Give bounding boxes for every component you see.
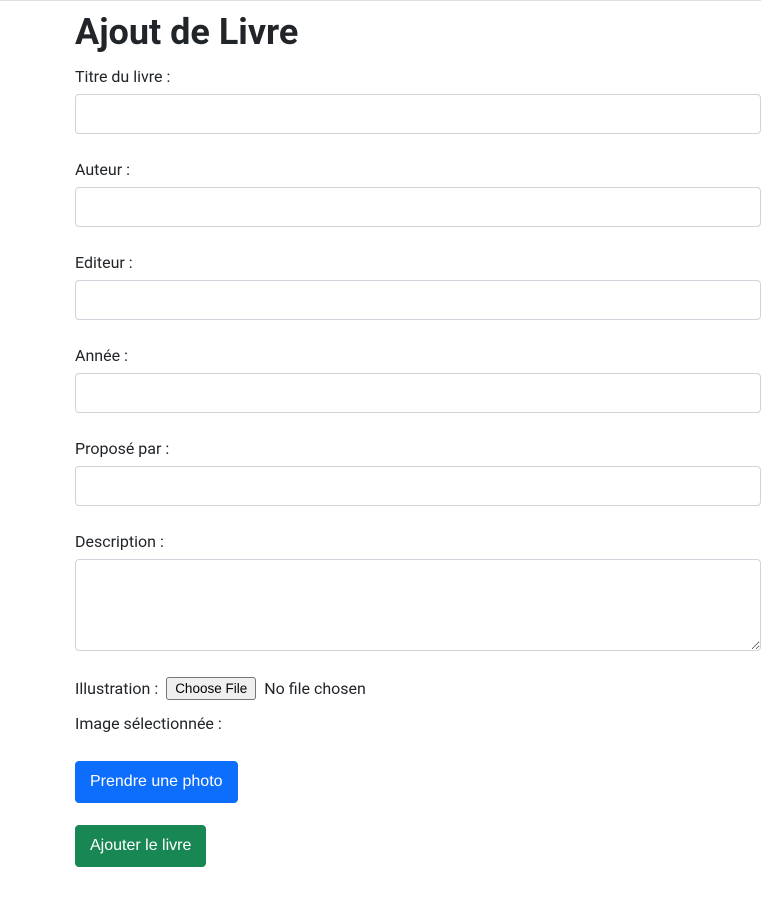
- description-label: Description :: [75, 532, 761, 551]
- year-input[interactable]: [75, 373, 761, 413]
- proposed-by-label: Proposé par :: [75, 439, 761, 458]
- year-field-group: Année :: [75, 346, 761, 413]
- illustration-label: Illustration :: [75, 679, 158, 698]
- title-input[interactable]: [75, 94, 761, 134]
- proposed-by-field-group: Proposé par :: [75, 439, 761, 506]
- proposed-by-input[interactable]: [75, 466, 761, 506]
- selected-image-label: Image sélectionnée :: [75, 714, 761, 733]
- author-input[interactable]: [75, 187, 761, 227]
- title-label: Titre du livre :: [75, 67, 761, 86]
- add-book-button[interactable]: Ajouter le livre: [75, 825, 206, 867]
- page-title: Ajout de Livre: [75, 11, 761, 53]
- illustration-row: Illustration : Choose File No file chose…: [75, 677, 761, 700]
- author-field-group: Auteur :: [75, 160, 761, 227]
- file-status-text: No file chosen: [264, 679, 366, 698]
- author-label: Auteur :: [75, 160, 761, 179]
- add-book-form-container: Ajout de Livre Titre du livre : Auteur :…: [0, 1, 761, 897]
- year-label: Année :: [75, 346, 761, 365]
- description-field-group: Description :: [75, 532, 761, 651]
- take-photo-button[interactable]: Prendre une photo: [75, 761, 238, 803]
- publisher-field-group: Editeur :: [75, 253, 761, 320]
- choose-file-button[interactable]: Choose File: [166, 677, 256, 700]
- publisher-label: Editeur :: [75, 253, 761, 272]
- description-textarea[interactable]: [75, 559, 761, 651]
- title-field-group: Titre du livre :: [75, 67, 761, 134]
- publisher-input[interactable]: [75, 280, 761, 320]
